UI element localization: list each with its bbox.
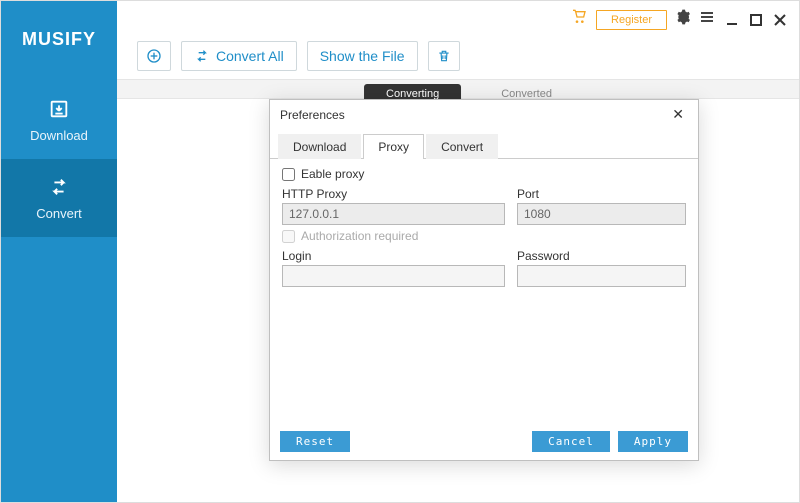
register-button[interactable]: Register [596,10,667,30]
app-window: MUSIFY Download Convert Register [0,0,800,503]
port-label: Port [517,187,686,201]
auth-required-label: Authorization required [301,229,418,243]
menu-icon[interactable] [699,9,715,30]
dialog-tabs: Download Proxy Convert [270,133,698,159]
window-controls [723,11,789,29]
password-label: Password [517,249,686,263]
minimize-button[interactable] [723,11,741,29]
sidebar-item-download[interactable]: Download [1,81,117,159]
enable-proxy-label: Eable proxy [301,167,364,181]
dialog-titlebar: Preferences ✕ [270,100,698,129]
http-proxy-input[interactable] [282,203,505,225]
sidebar-item-label: Convert [36,206,82,221]
sidebar: MUSIFY Download Convert [1,1,117,502]
login-input[interactable] [282,265,505,287]
dialog-footer: Reset Cancel Apply [270,423,698,460]
password-input[interactable] [517,265,686,287]
toolbar: Convert All Show the File [137,41,460,71]
auth-required-checkbox [282,230,295,243]
enable-proxy-row: Eable proxy [282,167,686,181]
main-area: Register Convert All Show the Fil [117,1,799,502]
port-input[interactable] [517,203,686,225]
plus-icon [146,48,162,64]
close-button[interactable] [771,11,789,29]
preferences-dialog: Preferences ✕ Download Proxy Convert Eab… [269,99,699,461]
topbar: Register [570,9,789,30]
enable-proxy-checkbox[interactable] [282,168,295,181]
login-label: Login [282,249,505,263]
apply-button[interactable]: Apply [618,431,688,452]
sidebar-item-label: Download [30,128,88,143]
delete-button[interactable] [428,41,460,71]
maximize-button[interactable] [747,11,765,29]
reset-button[interactable]: Reset [280,431,350,452]
show-file-button[interactable]: Show the File [307,41,418,71]
trash-icon [437,48,451,64]
dialog-title: Preferences [280,108,345,122]
convert-all-button[interactable]: Convert All [181,41,297,71]
button-label: Show the File [320,48,405,64]
tab-proxy[interactable]: Proxy [363,134,424,159]
download-icon [48,98,70,120]
tab-convert[interactable]: Convert [426,134,498,159]
convert-icon [194,48,210,64]
dialog-body: Eable proxy HTTP Proxy Port Authorizatio… [270,159,698,423]
sidebar-item-convert[interactable]: Convert [1,159,117,237]
add-button[interactable] [137,41,171,71]
button-label: Convert All [216,48,284,64]
gear-icon[interactable] [675,9,691,30]
app-logo: MUSIFY [1,1,117,81]
http-proxy-label: HTTP Proxy [282,187,505,201]
close-icon[interactable]: ✕ [668,106,688,123]
auth-required-row: Authorization required [282,229,686,243]
tab-download[interactable]: Download [278,134,361,159]
cancel-button[interactable]: Cancel [532,431,610,452]
cart-icon[interactable] [570,9,588,30]
convert-icon [48,176,70,198]
